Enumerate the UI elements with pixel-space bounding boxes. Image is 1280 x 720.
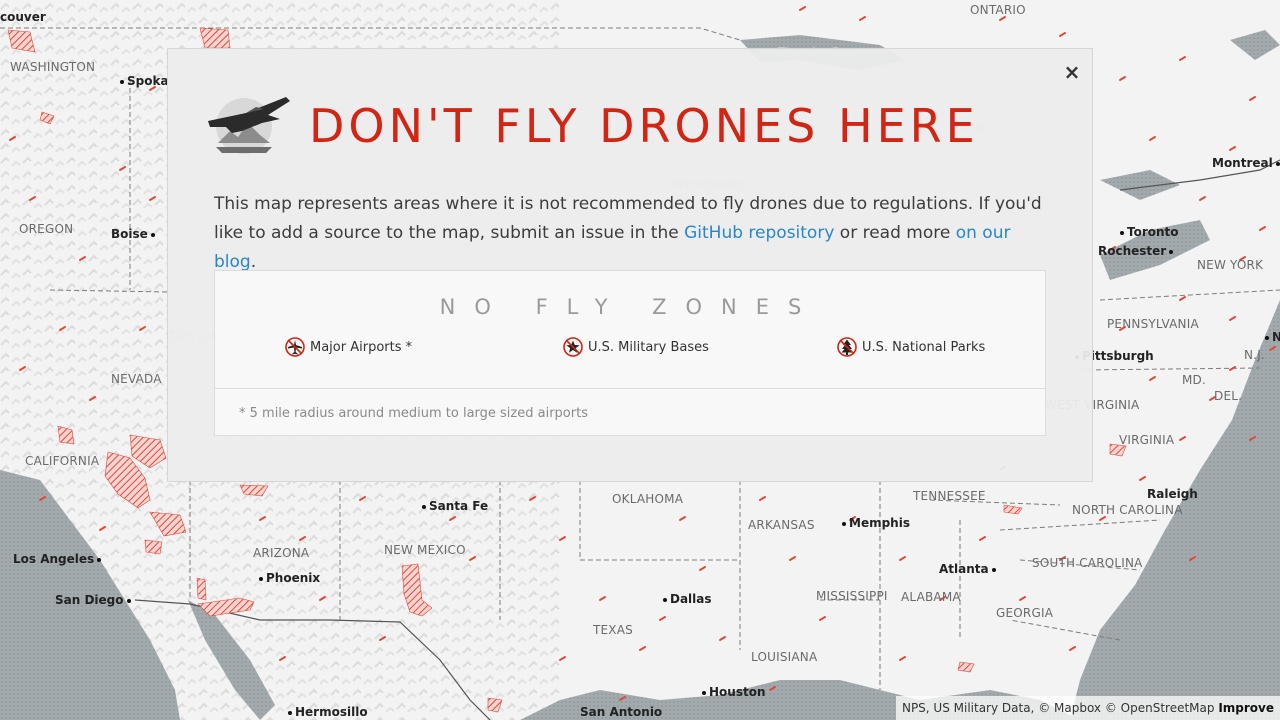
- improve-map-link[interactable]: Improve: [1218, 701, 1274, 715]
- legend-label-military-bases: U.S. Military Bases: [588, 339, 709, 355]
- close-button[interactable]: ×: [1061, 61, 1083, 83]
- lake-ontario: [1100, 220, 1210, 280]
- legend-divider: [215, 388, 1045, 389]
- no-fly-zones-legend: NO FLY ZONES Major Airports * U.S. Milit…: [214, 270, 1046, 436]
- legend-item-airports: Major Airports *: [284, 336, 412, 358]
- airplane-icon: [285, 337, 305, 357]
- legend-label-national-parks: U.S. National Parks: [862, 339, 986, 355]
- github-repository-link[interactable]: GitHub repository: [684, 223, 834, 243]
- legend-footnote: * 5 mile radius around medium to large s…: [239, 406, 588, 421]
- legend-item-national-parks: U.S. National Parks: [836, 336, 985, 358]
- tree-icon: [837, 337, 857, 357]
- star-icon: [563, 337, 583, 357]
- drone-logo: [208, 97, 290, 154]
- modal-title: DON'T FLY DRONES HERE: [309, 99, 979, 153]
- map-canvas[interactable]: WASHINGTON OREGON NEVADA CALIFORNIA ARIZ…: [0, 0, 1280, 720]
- legend-item-military-bases: U.S. Military Bases: [562, 336, 709, 358]
- lake-erie-edge: [1100, 170, 1180, 200]
- legend-label-airports: Major Airports *: [310, 339, 413, 355]
- northern-lake: [1230, 30, 1280, 60]
- map-attribution: NPS, US Military Data, © Mapbox © OpenSt…: [895, 696, 1280, 720]
- legend-title: NO FLY ZONES: [439, 295, 821, 319]
- intro-text-after: .: [250, 252, 257, 272]
- attribution-text: NPS, US Military Data, © Mapbox © OpenSt…: [901, 701, 1219, 715]
- atlantic-ocean: [1070, 300, 1280, 720]
- intro-text-middle: or read more: [834, 223, 956, 243]
- intro-paragraph: This map represents areas where it is no…: [214, 190, 1054, 277]
- intro-modal: × DON'T FLY DRONES HERE This map represe…: [167, 48, 1093, 482]
